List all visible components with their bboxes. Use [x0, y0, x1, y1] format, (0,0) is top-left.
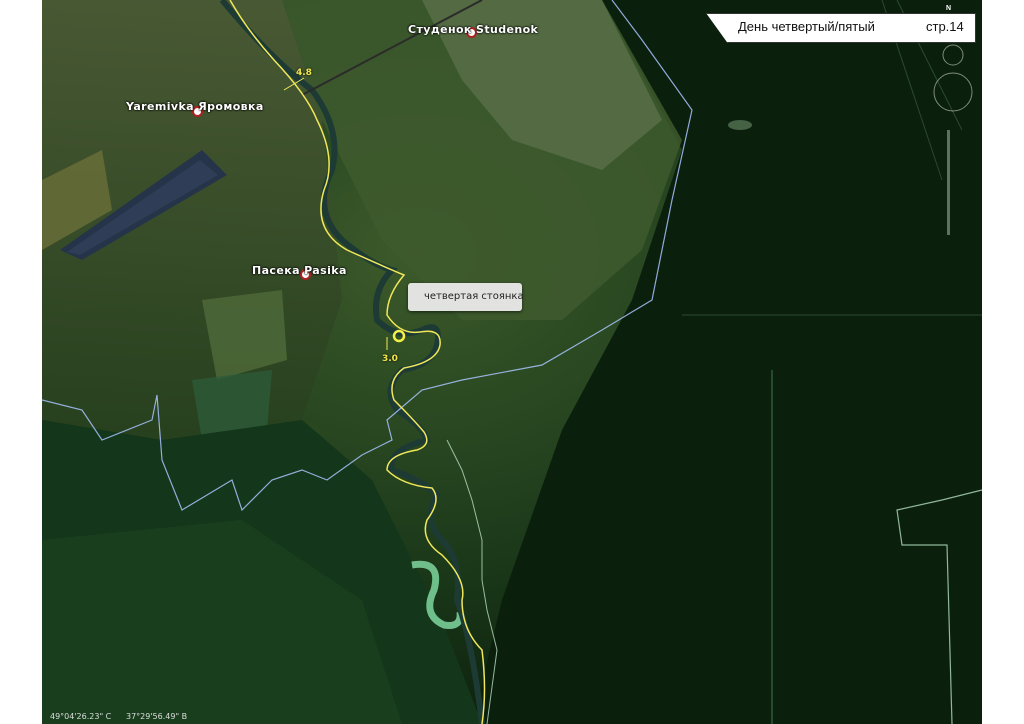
distance-marker-4-8: 4.8	[296, 68, 312, 78]
distance-marker-3-0: 3.0	[382, 354, 398, 364]
camp-callout-label: четвертая стоянка	[424, 291, 524, 302]
header-title: День четвертый/пятый	[738, 19, 875, 34]
place-label-pasika[interactable]: Пасека Pasika	[252, 264, 347, 277]
page-number: стр.14	[926, 19, 964, 34]
compass-north-label: N	[946, 5, 952, 12]
longitude-readout: 37°29'56.49" В	[126, 712, 188, 721]
place-label-yaremivka[interactable]: Yaremivka Яромовка	[126, 100, 264, 113]
latitude-readout: 49°04'26.23" С	[50, 712, 112, 721]
place-label-studenok[interactable]: Студенок Studenok	[408, 23, 538, 36]
